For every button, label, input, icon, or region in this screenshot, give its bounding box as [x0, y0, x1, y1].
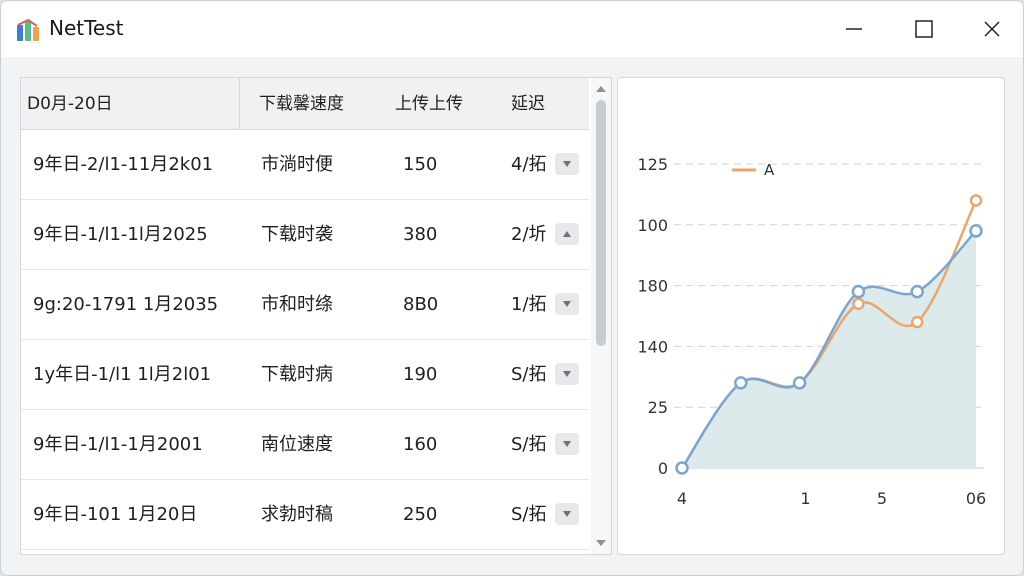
- column-header-speed[interactable]: 下载馨速度: [259, 78, 344, 130]
- caret-down-icon: [563, 161, 571, 167]
- row-expand-button[interactable]: [555, 503, 579, 525]
- table-header: D0月-20日 下载馨速度 上传上传 延迟: [21, 78, 589, 130]
- table-row[interactable]: 9年日-1/l1-1月2001 南位速度 160 S/拓: [21, 410, 589, 480]
- cell-latency: S/拓: [511, 364, 547, 385]
- cell-speed: 市和时绦: [261, 294, 333, 315]
- table-row[interactable]: 9年日-2/l1-11月2k01 市淌时便 150 4/拓: [21, 130, 589, 200]
- results-table: D0月-20日 下载馨速度 上传上传 延迟 9年日-2/l1-11月2k01 市淌…: [20, 77, 612, 555]
- cell-date: 1y年日-1/l1 1l月2l01: [33, 364, 212, 385]
- title-bar: NetTest: [1, 1, 1023, 57]
- cell-speed: 南位速度: [261, 434, 333, 455]
- x-tick-label: 5: [877, 489, 887, 508]
- data-point-series-0: [910, 315, 924, 329]
- row-expand-button[interactable]: [555, 293, 579, 315]
- caret-down-icon: [563, 441, 571, 447]
- cell-speed: 下载时袭: [261, 224, 333, 245]
- data-point-series-1: [734, 376, 748, 390]
- data-point-series-1: [910, 284, 924, 299]
- caret-down-icon: [563, 371, 571, 377]
- minimize-button[interactable]: [831, 9, 877, 49]
- maximize-icon: [915, 20, 933, 38]
- app-window: NetTest D0月-20日 下载馨速度 上传上传 延迟 9年日-2/l1-1…: [0, 0, 1024, 576]
- cell-date: 9年日-101 1月20日: [33, 504, 198, 525]
- cell-latency: S/拓: [511, 504, 547, 525]
- cell-upload: 150: [403, 154, 438, 175]
- cell-speed: 求勃时稿: [261, 504, 333, 525]
- row-expand-button[interactable]: [555, 433, 579, 455]
- caret-down-icon: [563, 511, 571, 517]
- cell-upload: 8B0: [403, 294, 439, 315]
- cell-speed: 下载时病: [261, 364, 333, 385]
- cell-latency: 1/拓: [511, 294, 547, 315]
- column-divider: [239, 78, 240, 130]
- cell-latency: 4/拓: [511, 154, 547, 175]
- data-point-series-1: [792, 376, 807, 390]
- content-area: D0月-20日 下载馨速度 上传上传 延迟 9年日-2/l1-11月2k01 市淌…: [1, 57, 1023, 575]
- data-point-series-0: [969, 194, 983, 207]
- caret-up-icon: [563, 231, 571, 237]
- cell-latency: S/拓: [511, 434, 547, 455]
- cell-latency: 2/圻: [511, 224, 547, 245]
- cell-upload: 380: [403, 224, 438, 245]
- column-header-upload[interactable]: 上传上传: [395, 78, 463, 130]
- cell-date: 9g:20-1791 1月2035: [33, 294, 219, 315]
- data-point-series-1: [675, 461, 689, 475]
- x-tick-label: 4: [677, 489, 687, 508]
- line-chart: 0 25 140 180 100 125 4 1 5 06 A: [637, 155, 986, 508]
- vertical-scrollbar[interactable]: [591, 78, 611, 554]
- minimize-icon: [846, 28, 862, 30]
- y-tick-label: 140: [637, 337, 668, 356]
- x-tick-label: 1: [800, 489, 810, 508]
- legend-label: A: [764, 161, 775, 179]
- cell-date: 9年日-2/l1-11月2k01: [33, 154, 214, 175]
- table-row[interactable]: 1y年日-1/l1 1l月2l01 下载时病 190 S/拓: [21, 340, 589, 410]
- close-button[interactable]: [969, 9, 1015, 49]
- cell-upload: 160: [403, 434, 438, 455]
- y-tick-label: 100: [637, 216, 668, 235]
- y-tick-label: 180: [637, 277, 668, 296]
- row-expand-button[interactable]: [555, 153, 579, 175]
- caret-down-icon: [563, 301, 571, 307]
- app-title: NetTest: [49, 16, 124, 40]
- column-header-latency[interactable]: 延迟: [511, 78, 545, 130]
- data-point-series-1: [851, 284, 866, 299]
- row-collapse-button[interactable]: [555, 223, 579, 245]
- scroll-up-icon[interactable]: [595, 84, 607, 94]
- scroll-down-icon[interactable]: [595, 538, 607, 548]
- scrollbar-thumb[interactable]: [596, 100, 606, 346]
- area-fill-series-1: [682, 230, 976, 468]
- nettest-logo-icon: [17, 18, 39, 41]
- y-tick-label: 125: [637, 155, 668, 174]
- cell-date: 9年日-1/l1-1l月2025: [33, 224, 208, 245]
- data-point-series-1: [969, 224, 983, 238]
- cell-upload: 250: [403, 504, 438, 525]
- cell-date: 9年日-1/l1-1月2001: [33, 434, 203, 455]
- y-tick-label: 25: [648, 398, 668, 417]
- cell-speed: 市淌时便: [261, 154, 333, 175]
- table-row[interactable]: 9年日-101 1月20日 求勃时稿 250 S/拓: [21, 480, 589, 550]
- close-icon: [984, 21, 1000, 37]
- y-tick-label: 0: [658, 459, 668, 478]
- table-row[interactable]: 9年日-1/l1-1l月2025 下载时袭 380 2/圻: [21, 200, 589, 270]
- maximize-button[interactable]: [901, 9, 947, 49]
- column-header-date[interactable]: D0月-20日: [27, 78, 113, 130]
- x-tick-label: 06: [966, 489, 986, 508]
- table-row[interactable]: 9g:20-1791 1月2035 市和时绦 8B0 1/拓: [21, 270, 589, 340]
- row-expand-button[interactable]: [555, 363, 579, 385]
- data-point-series-0: [852, 297, 865, 311]
- chart-panel: 0 25 140 180 100 125 4 1 5 06 A: [617, 77, 1005, 555]
- cell-upload: 190: [403, 364, 438, 385]
